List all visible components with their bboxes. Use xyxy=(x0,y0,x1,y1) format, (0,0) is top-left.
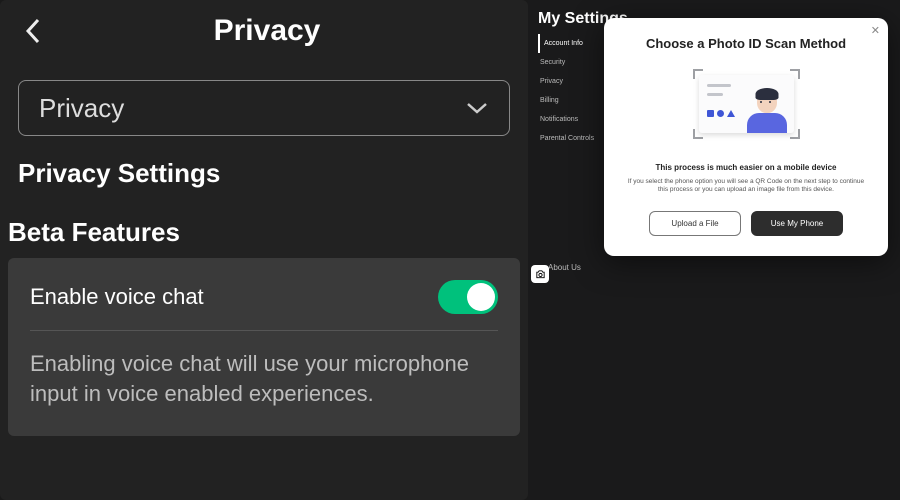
id-scan-modal: ✕ Choose a Photo ID Scan Method xyxy=(604,18,888,256)
voice-chat-label: Enable voice chat xyxy=(30,284,438,310)
sidebar-item-notifications[interactable]: Notifications xyxy=(538,110,608,129)
modal-subtitle: This process is much easier on a mobile … xyxy=(656,163,837,172)
camera-badge[interactable] xyxy=(531,265,549,283)
upload-file-button[interactable]: Upload a File xyxy=(649,211,741,236)
page-title: Privacy xyxy=(62,14,472,48)
close-icon: ✕ xyxy=(871,25,880,37)
voice-chat-toggle[interactable] xyxy=(438,280,498,314)
chevron-left-icon xyxy=(24,17,42,45)
person-icon xyxy=(747,87,787,133)
voice-chat-card: Enable voice chat Enabling voice chat wi… xyxy=(8,258,520,436)
web-settings-panel: My Settings Account Info Security Privac… xyxy=(528,0,900,500)
sidebar-item-account-info[interactable]: Account Info xyxy=(538,34,608,53)
id-card-illustration xyxy=(693,69,800,139)
modal-button-row: Upload a File Use My Phone xyxy=(620,211,872,236)
voice-chat-description: Enabling voice chat will use your microp… xyxy=(30,349,498,408)
close-button[interactable]: ✕ xyxy=(871,24,880,37)
voice-chat-row: Enable voice chat xyxy=(30,280,498,331)
section-heading-beta-features: Beta Features xyxy=(8,217,520,248)
privacy-header: Privacy xyxy=(0,0,528,66)
back-button[interactable] xyxy=(18,16,48,46)
dropdown-label: Privacy xyxy=(39,93,465,124)
modal-description: If you select the phone option you will … xyxy=(620,178,872,195)
footer-link-about[interactable]: About Us xyxy=(548,263,581,272)
sidebar-item-parental-controls[interactable]: Parental Controls xyxy=(538,129,608,148)
sidebar-item-security[interactable]: Security xyxy=(538,53,608,72)
settings-sidebar: Account Info Security Privacy Billing No… xyxy=(538,34,608,148)
modal-title: Choose a Photo ID Scan Method xyxy=(646,36,846,51)
privacy-panel: Privacy Privacy Privacy Settings Beta Fe… xyxy=(0,0,528,500)
sidebar-item-billing[interactable]: Billing xyxy=(538,91,608,110)
privacy-category-dropdown[interactable]: Privacy xyxy=(18,80,510,136)
circle-icon xyxy=(717,110,724,117)
square-icon xyxy=(707,110,714,117)
toggle-knob xyxy=(467,283,495,311)
section-heading-privacy-settings: Privacy Settings xyxy=(18,158,510,189)
triangle-icon xyxy=(727,110,735,117)
sidebar-item-privacy[interactable]: Privacy xyxy=(538,72,608,91)
chevron-down-icon xyxy=(465,101,489,115)
use-my-phone-button[interactable]: Use My Phone xyxy=(751,211,843,236)
camera-icon xyxy=(535,269,546,280)
